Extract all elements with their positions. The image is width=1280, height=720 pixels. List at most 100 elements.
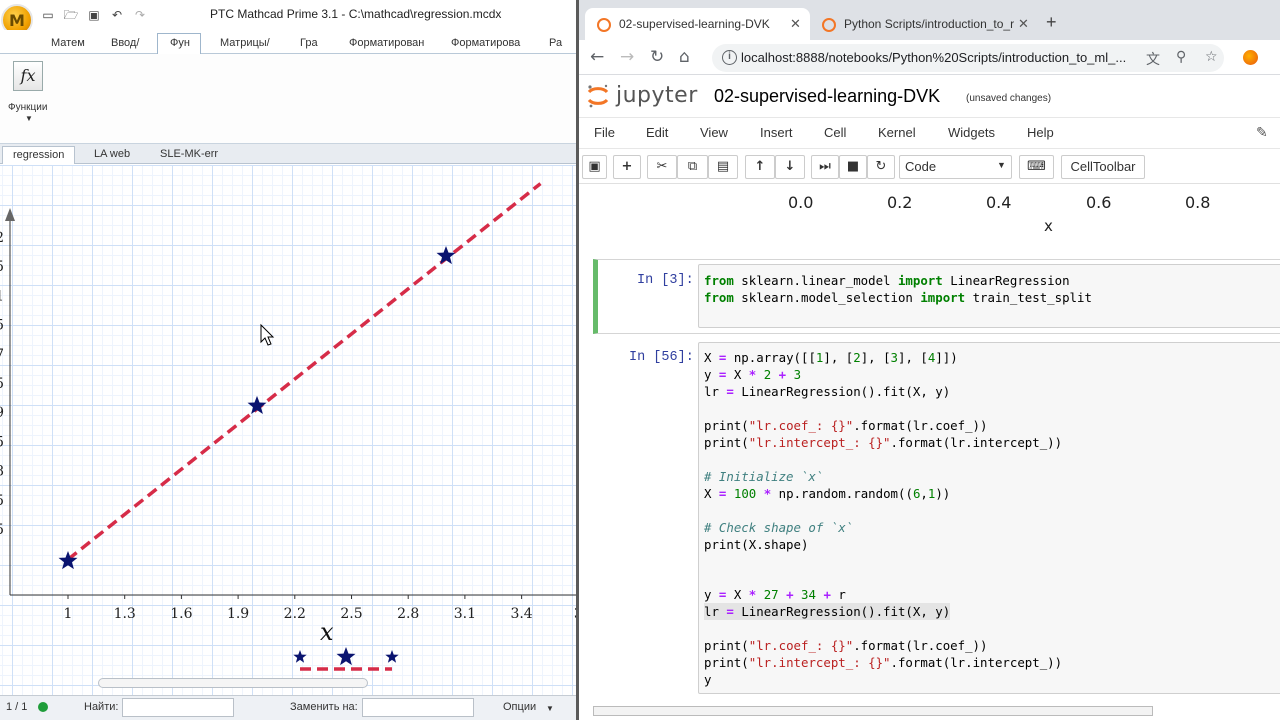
- y-tick-label: 5: [0, 522, 4, 538]
- jupyter-brand[interactable]: jupyter: [616, 83, 698, 108]
- back-icon[interactable]: ←: [590, 47, 604, 67]
- ribbon-tab-formatting-1[interactable]: Форматирован: [349, 37, 424, 49]
- move-down-icon[interactable]: ↓: [775, 155, 805, 179]
- open-folder-icon[interactable]: 🗁: [63, 8, 79, 22]
- code-line: print("lr.coef_: {}".format(lr.coef_)): [704, 638, 988, 653]
- cut-icon[interactable]: ✂: [647, 155, 677, 179]
- code-line: y: [704, 672, 712, 687]
- info-icon[interactable]: i: [722, 50, 737, 65]
- plot-legend: [293, 647, 399, 671]
- doc-tab-la-web[interactable]: LA web: [84, 146, 140, 164]
- ribbon-tab-input[interactable]: Ввод/: [111, 37, 139, 49]
- jupyter-favicon-icon: [597, 18, 611, 32]
- replace-label: Заменить на:: [290, 701, 358, 713]
- ribbon-tab-plots[interactable]: Гра: [300, 37, 318, 49]
- doc-tab-regression[interactable]: regression: [2, 146, 76, 164]
- menu-file[interactable]: File: [594, 125, 615, 140]
- y-tick-label: 8: [0, 464, 4, 480]
- options-button[interactable]: Опции: [503, 701, 536, 713]
- cell-type-select[interactable]: Code: [899, 155, 1012, 179]
- x-tick-label: 2.8: [397, 606, 419, 622]
- menu-insert[interactable]: Insert: [760, 125, 793, 140]
- code-line-highlighted: lr = LinearRegression().fit(X, y): [704, 603, 951, 620]
- functions-button-label[interactable]: Функции: [8, 102, 47, 113]
- functions-fx-icon[interactable]: fx: [13, 61, 43, 91]
- legend-star-partial: [293, 650, 307, 663]
- forward-icon[interactable]: →: [620, 47, 634, 67]
- paste-icon[interactable]: ▤: [708, 155, 738, 179]
- interrupt-icon[interactable]: ■: [839, 155, 867, 179]
- menu-edit[interactable]: Edit: [646, 125, 668, 140]
- bookmark-star-icon[interactable]: ☆: [1205, 49, 1218, 65]
- code-line: print(X.shape): [704, 537, 809, 552]
- save-icon[interactable]: ▣: [582, 155, 607, 179]
- code-line: from sklearn.model_selection import trai…: [704, 290, 1092, 305]
- keyboard-icon[interactable]: ⌨: [1019, 155, 1054, 179]
- move-up-icon[interactable]: ↑: [745, 155, 775, 179]
- edit-pencil-icon[interactable]: ✎: [1256, 124, 1268, 141]
- menu-help[interactable]: Help: [1027, 125, 1054, 140]
- y-tick-label: 2: [0, 230, 4, 246]
- ribbon-tab-math[interactable]: Матем: [51, 37, 85, 49]
- plot-axes: [5, 208, 578, 596]
- output-x-tick: 0.4: [986, 193, 1012, 212]
- menu-cell[interactable]: Cell: [824, 125, 846, 140]
- zoom-icon[interactable]: ⚲: [1176, 49, 1186, 65]
- new-tab-icon[interactable]: +: [1046, 12, 1057, 33]
- y-tick-label: 7: [0, 347, 4, 363]
- browser-tab-notebook[interactable]: 02-supervised-learning-DVK ✕: [585, 8, 810, 40]
- window-title: PTC Mathcad Prime 3.1 - C:\mathcad\regre…: [210, 7, 502, 21]
- tab-title: 02-supervised-learning-DVK: [619, 17, 770, 31]
- cell-toolbar-button[interactable]: CellToolbar: [1061, 155, 1145, 179]
- undo-icon[interactable]: ↶: [109, 8, 125, 22]
- data-points: [58, 246, 456, 570]
- doc-tab-sle-mk-err[interactable]: SLE-MK-err: [150, 146, 228, 164]
- jupyter-logo-icon[interactable]: [587, 84, 609, 108]
- insert-cell-icon[interactable]: +: [613, 155, 641, 179]
- code-line: y = X * 27 + 34 + r: [704, 587, 846, 602]
- translate-icon[interactable]: 文: [1146, 49, 1160, 69]
- x-tick-label: 1.3: [114, 606, 136, 622]
- close-icon[interactable]: ✕: [790, 16, 801, 32]
- home-icon[interactable]: ⌂: [679, 47, 690, 67]
- menu-icon[interactable]: ⋮: [1273, 47, 1280, 67]
- replace-input[interactable]: [362, 698, 474, 717]
- reload-icon[interactable]: ↻: [650, 47, 664, 67]
- ribbon-tab-functions[interactable]: Фун: [170, 37, 190, 49]
- horizontal-scrollbar[interactable]: [98, 678, 368, 688]
- browser-tab-intro[interactable]: Python Scripts/introduction_to_r ✕: [810, 8, 1035, 40]
- fit-line: [66, 182, 542, 561]
- data-point-star: [436, 246, 456, 265]
- ribbon-tab-calc[interactable]: Ра: [549, 37, 562, 49]
- menu-kernel[interactable]: Kernel: [878, 125, 916, 140]
- restart-icon[interactable]: ↻: [867, 155, 895, 179]
- horizontal-scrollbar[interactable]: [593, 706, 1153, 716]
- run-cell-icon[interactable]: ⏭: [811, 155, 839, 179]
- ribbon-tab-matrices[interactable]: Матрицы/: [220, 37, 270, 49]
- redo-icon[interactable]: ↷: [132, 8, 148, 22]
- output-x-tick: 0.2: [887, 193, 913, 212]
- find-input[interactable]: [122, 698, 234, 717]
- regression-plot[interactable]: 25157595855 11.31.61.92.22.52.83.13.43 x: [0, 165, 578, 695]
- notebook-title[interactable]: 02-supervised-learning-DVK: [714, 86, 940, 107]
- close-icon[interactable]: ✕: [1014, 16, 1029, 32]
- chevron-down-icon[interactable]: ▼: [25, 114, 33, 123]
- extension-icon[interactable]: [1243, 50, 1258, 65]
- copy-icon[interactable]: ⧉: [677, 155, 708, 179]
- code-line: lr = LinearRegression().fit(X, y): [704, 384, 951, 399]
- save-icon[interactable]: ▣: [86, 8, 102, 22]
- code-line: from sklearn.linear_model import LinearR…: [704, 273, 1070, 288]
- cell-prompt: In [56]:: [629, 350, 694, 365]
- code-comment: # Initialize `x`: [704, 469, 824, 484]
- legend-star-partial: [385, 650, 399, 663]
- chevron-down-icon[interactable]: ▼: [546, 704, 554, 713]
- ribbon-tab-formatting-2[interactable]: Форматирова: [451, 37, 520, 49]
- new-document-icon[interactable]: ▭: [40, 8, 56, 22]
- menu-widgets[interactable]: Widgets: [948, 125, 995, 140]
- menu-view[interactable]: View: [700, 125, 728, 140]
- url-text[interactable]: localhost:8888/notebooks/Python%20Script…: [741, 50, 1126, 65]
- calc-status-icon: [38, 702, 48, 712]
- x-tick-label: 3.4: [510, 606, 532, 622]
- x-tick-label: 1: [64, 606, 73, 622]
- x-tick-label: 1.6: [170, 606, 192, 622]
